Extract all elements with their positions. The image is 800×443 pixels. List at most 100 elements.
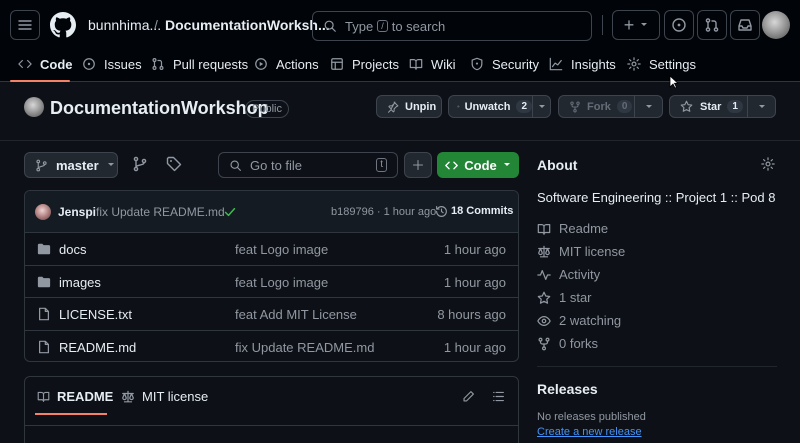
file-name[interactable]: images	[59, 275, 101, 290]
commit-count-link[interactable]: 18 Commits	[451, 205, 513, 217]
file-commit-message[interactable]: fix Update README.md	[235, 340, 374, 355]
sidebar-divider	[537, 366, 777, 367]
history-icon	[436, 206, 447, 217]
chevron-down-icon	[759, 104, 765, 108]
commit-author[interactable]: Jenspi	[58, 205, 96, 219]
readme-tab-label: README	[57, 389, 114, 404]
unwatch-button[interactable]: Unwatch 2	[448, 95, 551, 118]
tab-wiki[interactable]: Wiki	[409, 55, 456, 73]
breadcrumb-separator: /	[154, 17, 158, 33]
tab-insights[interactable]: Insights	[549, 55, 616, 73]
search-placeholder-post: to search	[391, 18, 446, 34]
about-watching-link[interactable]: 2 watching	[537, 313, 621, 328]
breadcrumb-repo[interactable]: DocumentationWorksh...	[165, 17, 330, 33]
gear-icon[interactable]	[761, 157, 775, 171]
law-icon	[122, 390, 134, 402]
tab-code-label: Code	[40, 56, 73, 72]
star-label: Star	[700, 100, 722, 113]
check-icon[interactable]	[224, 206, 236, 218]
code-button-label: Code	[464, 157, 497, 173]
code-dropdown-button[interactable]: Code	[437, 152, 519, 178]
readme-tab-underline	[35, 413, 107, 415]
chevron-down-icon	[641, 23, 648, 26]
github-logo-icon[interactable]	[50, 12, 76, 38]
search-icon	[324, 20, 336, 32]
about-readme-link[interactable]: Readme	[537, 221, 608, 236]
branch-selector[interactable]: master	[24, 152, 118, 178]
commit-message[interactable]: fix Update README.md	[96, 205, 225, 219]
star-icon	[537, 291, 551, 304]
pull-requests-button[interactable]	[697, 10, 727, 40]
user-avatar[interactable]	[762, 11, 790, 39]
tab-settings[interactable]: Settings	[627, 55, 696, 73]
file-row[interactable]: docs feat Logo image 1 hour ago	[25, 233, 518, 266]
about-license-link[interactable]: MIT license	[537, 244, 625, 259]
commit-hash-time[interactable]: b189796 · 1 hour ago	[331, 206, 436, 218]
file-row[interactable]: README.md fix Update README.md 1 hour ag…	[25, 331, 518, 362]
file-row[interactable]: LICENSE.txt feat Add MIT License 8 hours…	[25, 298, 518, 331]
about-stars-link[interactable]: 1 star	[537, 290, 592, 305]
plus-icon	[412, 159, 424, 171]
tab-security[interactable]: Security	[470, 55, 539, 73]
fork-label: Fork	[587, 100, 611, 113]
star-count: 1	[727, 100, 743, 113]
file-name[interactable]: LICENSE.txt	[59, 307, 132, 322]
search-icon	[230, 159, 241, 171]
tab-wiki-label: Wiki	[431, 56, 456, 72]
file-commit-message[interactable]: feat Logo image	[235, 275, 328, 290]
create-new-button[interactable]: +	[612, 10, 660, 40]
breadcrumb-owner[interactable]: bunnhima...	[88, 17, 161, 33]
add-file-button[interactable]	[404, 152, 432, 178]
about-readme-label: Readme	[559, 221, 609, 236]
menu-button[interactable]	[10, 10, 40, 40]
global-header: bunnhima... / DocumentationWorksh... Typ…	[0, 0, 800, 82]
go-to-file-input[interactable]: Go to file t	[218, 152, 398, 178]
shield-icon	[471, 57, 483, 71]
header-divider-line	[0, 140, 800, 141]
outline-list-icon[interactable]	[492, 390, 505, 403]
file-name[interactable]: README.md	[59, 340, 136, 355]
watch-count: 2	[516, 100, 532, 113]
file-commit-message[interactable]: feat Add MIT License	[235, 307, 357, 322]
tab-issues[interactable]: Issues	[82, 55, 142, 73]
fork-button[interactable]: Fork 0	[558, 95, 663, 118]
pencil-icon[interactable]	[462, 390, 475, 403]
license-tab-label: MIT license	[142, 389, 209, 404]
releases-title[interactable]: Releases	[537, 381, 598, 397]
file-name[interactable]: docs	[59, 242, 86, 257]
tags-link[interactable]	[166, 156, 182, 172]
tab-code[interactable]: Code	[18, 55, 73, 73]
star-button[interactable]: Star 1	[669, 95, 776, 118]
visibility-badge: Public	[245, 100, 289, 118]
create-release-link[interactable]: Create a new release	[537, 426, 642, 438]
about-activity-link[interactable]: Activity	[537, 267, 600, 282]
tab-actions[interactable]: Actions	[254, 55, 319, 73]
file-icon	[39, 307, 49, 321]
issues-button[interactable]	[664, 10, 694, 40]
chevron-down-icon	[539, 104, 545, 108]
eye-icon	[457, 105, 460, 108]
license-tab[interactable]: MIT license	[121, 389, 208, 404]
branches-link[interactable]	[132, 156, 148, 172]
search-input[interactable]: Type / to search	[312, 11, 592, 41]
unpin-button[interactable]: Unpin	[376, 95, 442, 118]
repo-name[interactable]: DocumentationWorkshop	[50, 98, 269, 119]
file-list: Jenspi fix Update README.md b189796 · 1 …	[24, 190, 519, 362]
header-divider	[602, 15, 603, 35]
about-forks-link[interactable]: 0 forks	[537, 336, 598, 351]
tab-projects[interactable]: Projects	[330, 55, 399, 73]
plus-label: +	[623, 15, 635, 35]
file-commit-message[interactable]: feat Logo image	[235, 242, 328, 257]
file-time: 1 hour ago	[443, 242, 506, 257]
readme-tab[interactable]: README	[37, 389, 113, 404]
repo-owner-avatar[interactable]	[24, 97, 44, 117]
commit-author-avatar[interactable]	[35, 204, 51, 220]
go-to-file-placeholder: Go to file	[250, 157, 303, 173]
tag-icon	[166, 156, 182, 172]
law-icon	[538, 245, 550, 257]
file-row[interactable]: images feat Logo image 1 hour ago	[25, 266, 518, 298]
play-icon	[255, 58, 267, 70]
tab-pull-requests[interactable]: Pull requests	[151, 55, 248, 73]
inbox-button[interactable]	[730, 10, 760, 40]
chevron-down-icon	[646, 104, 652, 108]
